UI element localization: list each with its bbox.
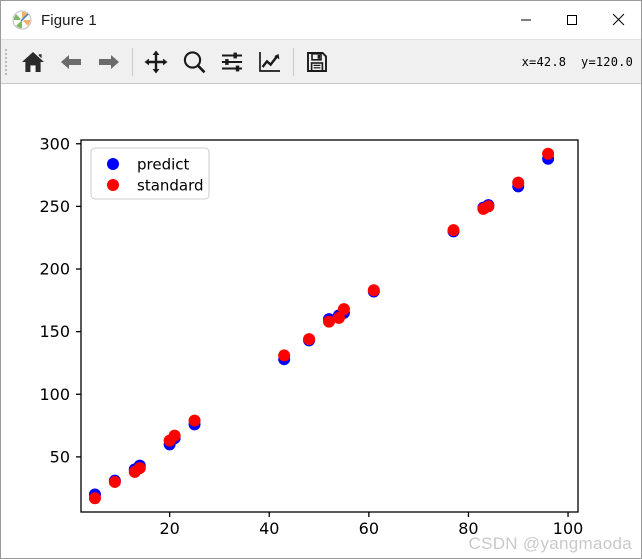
configure-subplots-button[interactable]: [213, 43, 251, 81]
data-point: [108, 475, 121, 488]
figure-window: Figure 1 x=42.8 y=120.0 20 40 60 80 100 …: [0, 0, 642, 559]
scatter-plot[interactable]: 20 40 60 80 100 50 100 150 200 250 300 predict stan…: [1, 84, 641, 558]
coordinate-readout: x=42.8 y=120.0: [521, 54, 633, 69]
y-tick-label: 300: [39, 134, 70, 153]
data-point: [88, 492, 101, 505]
y-tick-label: 150: [39, 322, 70, 341]
y-tick-label: 50: [50, 447, 70, 466]
edit-curve-button[interactable]: [251, 43, 289, 81]
y-tick-label: 100: [39, 385, 70, 404]
navigation-toolbar: x=42.8 y=120.0: [1, 40, 641, 84]
data-point: [367, 284, 380, 297]
x-tick-label: 60: [359, 519, 379, 538]
matplotlib-logo-icon: [12, 10, 32, 30]
y-tick-label: 250: [39, 197, 70, 216]
zoom-button[interactable]: [175, 43, 213, 81]
y-tick-label: 200: [39, 260, 70, 279]
x-tick-label: 100: [553, 519, 584, 538]
data-point: [337, 303, 350, 316]
data-point: [278, 349, 291, 362]
home-button[interactable]: [14, 43, 52, 81]
chart-legend: predict standard: [90, 147, 210, 200]
data-point: [303, 333, 316, 346]
data-point: [133, 462, 146, 475]
forward-button[interactable]: [90, 43, 128, 81]
pan-button[interactable]: [137, 43, 175, 81]
toolbar-separator-1: [132, 47, 133, 76]
data-point: [542, 147, 555, 160]
figure-canvas[interactable]: 20 40 60 80 100 50 100 150 200 250 300 predict stan…: [1, 84, 641, 558]
x-tick-label: 40: [259, 519, 279, 538]
save-button[interactable]: [298, 43, 336, 81]
toolbar-grip-handle[interactable]: [4, 47, 11, 77]
window-controls: [503, 1, 641, 38]
legend-label-predict: predict: [137, 156, 190, 174]
window-title: Figure 1: [41, 11, 97, 29]
x-tick-label: 80: [458, 519, 478, 538]
data-point: [512, 176, 525, 189]
close-button[interactable]: [595, 1, 641, 38]
legend-marker-predict: [107, 158, 119, 170]
data-point: [482, 200, 495, 213]
legend-marker-standard: [107, 179, 119, 191]
legend-label-standard: standard: [137, 177, 204, 195]
back-button[interactable]: [52, 43, 90, 81]
title-bar: Figure 1: [1, 1, 641, 40]
x-tick-label: 20: [159, 519, 179, 538]
maximize-button[interactable]: [549, 1, 595, 38]
data-point: [447, 224, 460, 237]
data-point: [188, 414, 201, 427]
minimize-button[interactable]: [503, 1, 549, 38]
toolbar-separator-2: [293, 47, 294, 76]
data-point: [168, 429, 181, 442]
